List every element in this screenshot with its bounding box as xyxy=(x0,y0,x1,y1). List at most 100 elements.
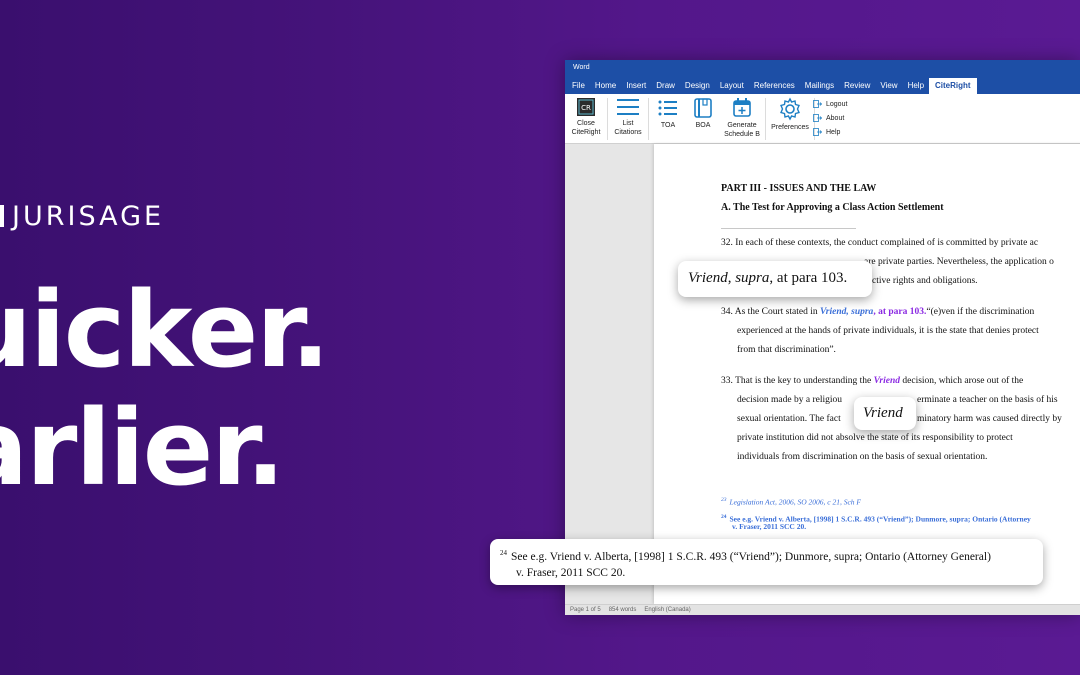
heading-rule xyxy=(721,228,856,229)
para-number: 34. xyxy=(721,307,733,317)
paragraph-34-line-2: experienced at the hands of private indi… xyxy=(721,322,1039,341)
help-link[interactable]: Help xyxy=(813,125,847,139)
citation-vriend-short[interactable]: Vriend xyxy=(874,376,900,386)
tab-references[interactable]: References xyxy=(749,81,800,94)
paragraph-32-line-1: 32. In each of these contexts, the condu… xyxy=(721,234,1038,253)
word-title: Word xyxy=(565,60,1080,77)
citation-vriend[interactable]: Vriend xyxy=(820,307,846,317)
callout-supra: supra xyxy=(735,270,770,286)
para-text: from that discrimination”. xyxy=(737,345,836,355)
short-name-callout: Vriend xyxy=(854,397,916,430)
citeright-ribbon: CR Close CiteRight List Citations TOA BOA … xyxy=(565,94,1080,144)
list-citations-button[interactable]: List Citations xyxy=(610,94,646,142)
subsection-heading: A. The Test for Approving a Class Action… xyxy=(721,202,944,213)
para-text: As the Court stated in xyxy=(734,307,820,317)
boa-button[interactable]: BOA xyxy=(685,94,721,142)
footnote-callout: 24 See e.g. Vriend v. Alberta, [1998] 1 S… xyxy=(490,539,1043,585)
para-text: That is the key to understanding the xyxy=(735,376,874,386)
bullet-list-icon xyxy=(658,100,677,116)
para-text: decision made by a religiou xyxy=(737,395,842,405)
paragraph-33-line-2b: erminate a teacher on the basis of his xyxy=(917,395,1058,405)
tab-review[interactable]: Review xyxy=(839,81,875,94)
boa-label: BOA xyxy=(695,122,711,129)
footnote-callout-text: See e.g. Vriend v. Alberta, [1998] 1 S.C… xyxy=(511,550,991,563)
ribbon-tabs: File Home Insert Draw Design Layout Refe… xyxy=(565,77,1080,94)
para-text: sexual orientation. The fact xyxy=(737,414,841,424)
headline-line-1: uicker. xyxy=(0,269,330,391)
headline-line-2: arlier. xyxy=(0,387,285,509)
toa-button[interactable]: TOA xyxy=(651,94,685,142)
citeright-logo-icon: CR xyxy=(577,98,595,116)
logout-label: Logout xyxy=(826,100,848,108)
tab-help[interactable]: Help xyxy=(903,81,929,94)
preferences-label: Preferences xyxy=(771,124,809,131)
brand-name: JURISAGE xyxy=(12,200,165,232)
toa-label: TOA xyxy=(660,122,676,129)
tab-view[interactable]: View xyxy=(875,81,902,94)
para-text: individuals from discrimination on the b… xyxy=(737,452,988,462)
book-icon xyxy=(694,98,712,118)
document-page[interactable]: PART III - ISSUES AND THE LAW A. The Tes… xyxy=(654,144,1080,604)
list-icon xyxy=(617,99,639,115)
callout-case-name: Vriend xyxy=(688,270,728,286)
paragraph-34-line-1: 34. As the Court stated in Vriend, supra… xyxy=(721,303,1034,322)
about-icon xyxy=(813,114,822,122)
citation-callout: Vriend, supra, at para 103. xyxy=(678,261,872,297)
para-text: private institution did not absolve the … xyxy=(737,433,1013,443)
paragraph-33-line-2: decision made by a religiou xyxy=(721,391,842,410)
tab-draw[interactable]: Draw xyxy=(651,81,680,94)
word-window: Word File Home Insert Draw Design Layout… xyxy=(565,60,1080,615)
footnote-callout-line-2: v. Fraser, 2011 SCC 20. xyxy=(516,566,626,579)
tab-file[interactable]: File xyxy=(567,81,590,94)
paragraph-33-line-3b: minatory harm was caused directly by xyxy=(917,414,1062,424)
generate-schedule-b-button[interactable]: Generate Schedule B xyxy=(721,94,763,142)
word-count[interactable]: 854 words xyxy=(609,607,637,613)
tab-home[interactable]: Home xyxy=(590,81,621,94)
para-text: “(e)ven if the discrimination xyxy=(926,307,1035,317)
footnote-text: Legislation Act, 2006, SO 2006, c 21, Sc… xyxy=(729,497,862,507)
generate-label-1: Generate xyxy=(727,122,757,129)
callout-pinpoint: , at para 103. xyxy=(769,270,848,286)
para-text: In each of these contexts, the conduct c… xyxy=(735,238,1039,248)
tab-design[interactable]: Design xyxy=(680,81,715,94)
page-count[interactable]: Page 1 of 5 xyxy=(570,607,601,613)
logout-link[interactable]: Logout xyxy=(813,97,847,111)
tab-insert[interactable]: Insert xyxy=(621,81,651,94)
footnote-23: 23 Legislation Act, 2006, SO 2006, c 21, … xyxy=(721,496,861,507)
para-number: 33. xyxy=(721,376,733,386)
document-area: PART III - ISSUES AND THE LAW A. The Tes… xyxy=(565,144,1080,604)
account-links: Logout About Help xyxy=(813,97,847,139)
close-label-2: CiteRight xyxy=(571,129,601,136)
paragraph-33-line-1: 33. That is the key to understanding the… xyxy=(721,372,1023,391)
language-indicator[interactable]: English (Canada) xyxy=(644,607,690,613)
footnote-callout-line-1: 24 See e.g. Vriend v. Alberta, [1998] 1 S… xyxy=(500,545,1043,565)
gear-icon xyxy=(780,97,800,121)
footnote-number: 24 xyxy=(721,514,727,520)
paragraph-32-line-3: ctive rights and obligations. xyxy=(872,276,978,286)
close-label-1: Close xyxy=(577,120,595,127)
paragraph-33-line-4: private institution did not absolve the … xyxy=(721,429,1013,448)
preferences-button[interactable]: Preferences xyxy=(768,94,812,142)
tab-citeright[interactable]: CiteRight xyxy=(929,78,977,94)
paragraph-32-line-2: are private parties. Nevertheless, the a… xyxy=(864,257,1054,267)
close-citeright-button[interactable]: CR Close CiteRight xyxy=(567,94,605,142)
ribbon-divider xyxy=(648,98,649,140)
generate-label-2: Schedule B xyxy=(724,131,760,138)
para-number: 32. xyxy=(721,238,733,248)
tab-layout[interactable]: Layout xyxy=(715,81,749,94)
about-link[interactable]: About xyxy=(813,111,847,125)
footnote-number: 23 xyxy=(721,497,727,503)
status-bar: Page 1 of 5 854 words English (Canada) xyxy=(565,604,1080,615)
list-label-2: Citations xyxy=(614,129,642,136)
paragraph-33-line-3: sexual orientation. The fact xyxy=(721,410,841,429)
footnote-24-line-2: v. Fraser, 2011 SCC 20. xyxy=(732,522,807,531)
about-label: About xyxy=(826,114,845,122)
citation-pinpoint[interactable]: , at para 103. xyxy=(873,307,926,317)
para-text: decision, which arose out of the xyxy=(900,376,1024,386)
citation-supra[interactable]: supra xyxy=(851,307,873,317)
ribbon-divider xyxy=(765,98,766,140)
calendar-add-icon xyxy=(733,98,751,117)
tab-mailings[interactable]: Mailings xyxy=(800,81,839,94)
list-label-1: List xyxy=(622,120,634,127)
footnote-callout-number: 24 xyxy=(500,549,507,557)
